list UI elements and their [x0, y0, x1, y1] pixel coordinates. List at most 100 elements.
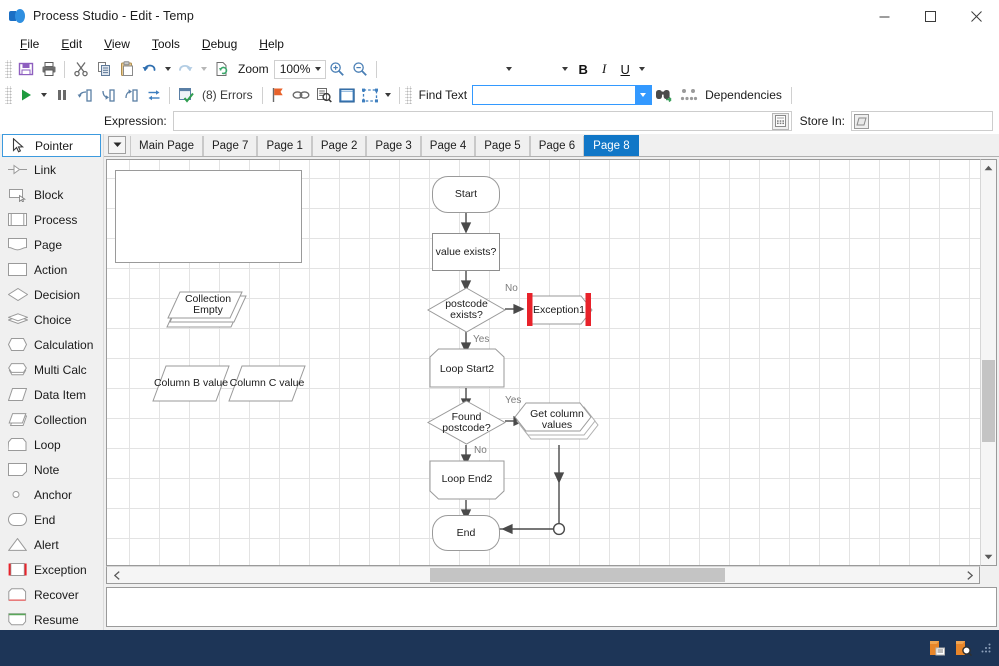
scroll-down-button[interactable] — [981, 549, 996, 565]
palette-item-page[interactable]: Page — [0, 232, 103, 257]
palette-item-exception[interactable]: Exception — [0, 557, 103, 582]
dependencies-icon[interactable] — [678, 84, 700, 106]
maximize-button[interactable] — [907, 0, 953, 33]
calculator-icon[interactable] — [772, 113, 789, 130]
run-dropdown-button[interactable] — [37, 84, 50, 106]
diagram-node-value-exists[interactable]: value exists? — [432, 233, 500, 271]
font-more-dropdown-button[interactable] — [636, 58, 649, 80]
store-in-field[interactable] — [851, 111, 993, 131]
font-size-dropdown-icon[interactable] — [558, 61, 572, 78]
redo-dropdown-button[interactable] — [197, 58, 210, 80]
validate-icon[interactable] — [174, 84, 197, 106]
zoom-out-icon[interactable] — [349, 58, 372, 80]
cut-icon[interactable] — [69, 58, 92, 80]
find-references-icon[interactable] — [313, 84, 336, 106]
tab-page-6[interactable]: Page 6 — [530, 136, 584, 156]
undo-dropdown-button[interactable] — [161, 58, 174, 80]
errors-label[interactable]: (8) Errors — [197, 88, 258, 102]
output-panel[interactable] — [104, 584, 999, 630]
tab-page-8[interactable]: Page 8 — [584, 135, 638, 156]
flag-icon[interactable] — [267, 84, 290, 106]
palette-item-pointer[interactable]: Pointer — [2, 134, 101, 157]
debug-toolbar-grip[interactable] — [5, 86, 12, 104]
binoculars-icon[interactable] — [652, 84, 678, 106]
menu-help[interactable]: Help — [248, 34, 295, 55]
tab-main-page[interactable]: Main Page — [130, 136, 203, 156]
menu-edit[interactable]: Edit — [50, 34, 93, 55]
palette-item-alert[interactable]: Alert — [0, 532, 103, 557]
horizontal-scroll-thumb[interactable] — [430, 568, 725, 582]
tab-page-3[interactable]: Page 3 — [366, 136, 420, 156]
tab-page-2[interactable]: Page 2 — [312, 136, 366, 156]
vertical-scroll-thumb[interactable] — [982, 360, 995, 442]
tab-page-1[interactable]: Page 1 — [257, 136, 311, 156]
copy-icon[interactable] — [92, 58, 115, 80]
dependencies-label[interactable]: Dependencies — [700, 88, 787, 102]
font-family-combo[interactable] — [391, 60, 517, 79]
tab-page-4[interactable]: Page 4 — [421, 136, 475, 156]
palette-item-decision[interactable]: Decision — [0, 282, 103, 307]
tab-page-7[interactable]: Page 7 — [203, 136, 257, 156]
layout-dropdown-button[interactable] — [382, 84, 395, 106]
menu-tools[interactable]: Tools — [141, 34, 191, 55]
font-size-combo[interactable] — [517, 60, 573, 79]
menu-file[interactable]: File — [9, 34, 50, 55]
minimize-button[interactable] — [861, 0, 907, 33]
underline-button[interactable]: U — [615, 59, 636, 80]
step-into-icon[interactable] — [96, 84, 119, 106]
canvas-vertical-scrollbar[interactable] — [980, 159, 997, 566]
find-text-dropdown-icon[interactable] — [635, 86, 651, 104]
palette-item-anchor[interactable]: Anchor — [0, 482, 103, 507]
session-window-icon[interactable] — [927, 638, 947, 658]
redo-icon[interactable] — [174, 58, 197, 80]
reset-icon[interactable] — [142, 84, 165, 106]
bold-button[interactable]: B — [573, 59, 594, 80]
palette-item-end[interactable]: End — [0, 507, 103, 532]
palette-item-recover[interactable]: Recover — [0, 582, 103, 607]
find-text-field[interactable] — [472, 85, 652, 105]
play-icon[interactable] — [14, 84, 37, 106]
palette-item-process[interactable]: Process — [0, 207, 103, 232]
scroll-up-button[interactable] — [981, 160, 996, 176]
palette-item-collection[interactable]: Collection — [0, 407, 103, 432]
step-over-icon[interactable] — [73, 84, 96, 106]
zoom-dropdown-icon[interactable] — [311, 61, 325, 78]
resize-grip-icon[interactable] — [979, 638, 993, 658]
palette-item-note[interactable]: Note — [0, 457, 103, 482]
find-toolbar-grip[interactable] — [405, 86, 412, 104]
scroll-left-button[interactable] — [109, 567, 124, 583]
zoom-in-icon[interactable] — [326, 58, 349, 80]
layout-icon[interactable] — [336, 84, 359, 106]
diagram-node-start[interactable]: Start — [432, 176, 500, 213]
scroll-right-button[interactable] — [962, 567, 977, 583]
find-text-input[interactable] — [473, 86, 635, 104]
refresh-page-icon[interactable] — [210, 58, 233, 80]
italic-button[interactable]: I — [594, 59, 615, 80]
undo-icon[interactable] — [138, 58, 161, 80]
toolbar-grip[interactable] — [5, 60, 12, 78]
tab-page-5[interactable]: Page 5 — [475, 136, 529, 156]
session-search-icon[interactable] — [953, 638, 973, 658]
palette-item-calculation[interactable]: Calculation — [0, 332, 103, 357]
canvas-horizontal-scrollbar[interactable] — [106, 566, 980, 584]
print-icon[interactable] — [37, 58, 60, 80]
expression-field[interactable] — [173, 111, 792, 131]
menu-debug[interactable]: Debug — [191, 34, 248, 55]
marquee-select-icon[interactable] — [359, 84, 382, 106]
tab-dropdown-button[interactable] — [108, 136, 126, 154]
pause-icon[interactable] — [50, 84, 73, 106]
chain-icon[interactable] — [290, 84, 313, 106]
font-family-dropdown-icon[interactable] — [502, 61, 516, 78]
palette-item-choice[interactable]: Choice — [0, 307, 103, 332]
palette-item-data-item[interactable]: Data Item — [0, 382, 103, 407]
palette-item-block[interactable]: Block — [0, 182, 103, 207]
zoom-combo[interactable]: 100% — [274, 60, 326, 79]
close-button[interactable] — [953, 0, 999, 33]
step-out-icon[interactable] — [119, 84, 142, 106]
palette-item-action[interactable]: Action — [0, 257, 103, 282]
process-canvas[interactable]: Collection Empty Column B value — [106, 159, 980, 566]
palette-item-resume[interactable]: Resume — [0, 607, 103, 630]
palette-item-loop[interactable]: Loop — [0, 432, 103, 457]
save-icon[interactable] — [14, 58, 37, 80]
palette-item-multi-calc[interactable]: Multi Calc — [0, 357, 103, 382]
